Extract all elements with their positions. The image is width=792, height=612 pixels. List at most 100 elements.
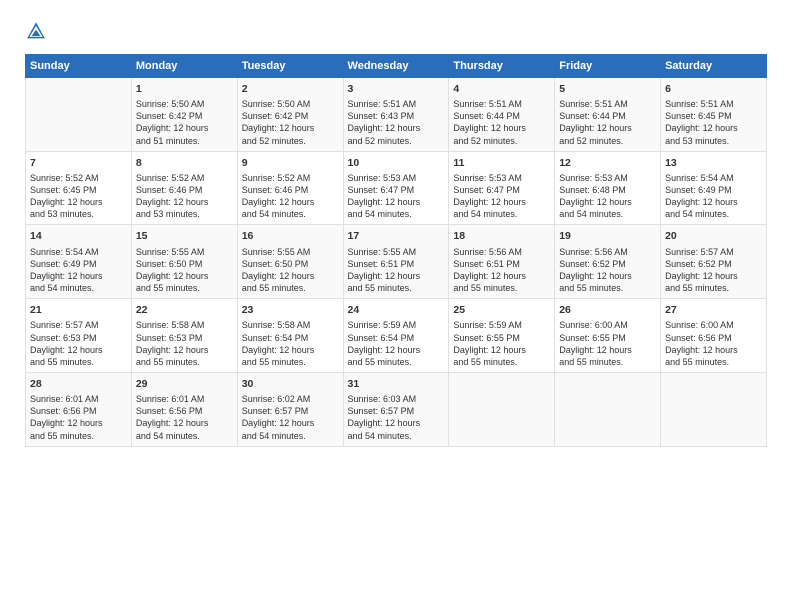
day-info-line: Sunset: 6:55 PM (559, 332, 656, 344)
day-info-line: Sunrise: 5:56 AM (453, 246, 550, 258)
calendar-cell: 5Sunrise: 5:51 AMSunset: 6:44 PMDaylight… (555, 78, 661, 152)
calendar-cell: 6Sunrise: 5:51 AMSunset: 6:45 PMDaylight… (661, 78, 767, 152)
calendar-cell: 19Sunrise: 5:56 AMSunset: 6:52 PMDayligh… (555, 225, 661, 299)
calendar-cell: 25Sunrise: 5:59 AMSunset: 6:55 PMDayligh… (449, 299, 555, 373)
day-info-line: Sunset: 6:54 PM (348, 332, 445, 344)
day-info-line: Daylight: 12 hours (348, 344, 445, 356)
day-info-line: Daylight: 12 hours (242, 344, 339, 356)
day-info-line: Daylight: 12 hours (136, 417, 233, 429)
day-info-line: Sunrise: 6:01 AM (136, 393, 233, 405)
day-info-line: Sunset: 6:46 PM (136, 184, 233, 196)
day-number: 15 (136, 229, 233, 243)
calendar-cell: 29 Sunrise: 6:01 AMSunset: 6:56 PMDayligh… (131, 372, 237, 446)
day-info-line: and 55 minutes. (348, 356, 445, 368)
day-info-line: Sunrise: 5:51 AM (665, 98, 762, 110)
day-info-line: Sunset: 6:53 PM (30, 332, 127, 344)
calendar-cell: 24 Sunrise: 5:59 AMSunset: 6:54 PMDayligh… (343, 299, 449, 373)
day-info-line: and 55 minutes. (136, 356, 233, 368)
day-info-line: Sunrise: 5:50 AM (136, 98, 233, 110)
day-number: 1 (136, 82, 233, 96)
day-number: 11 (453, 156, 550, 170)
calendar-cell: 16Sunrise: 5:55 AMSunset: 6:50 PMDayligh… (237, 225, 343, 299)
day-number: 16 (242, 229, 339, 243)
day-info-line: Sunset: 6:47 PM (453, 184, 550, 196)
calendar-cell (661, 372, 767, 446)
header-row: SundayMondayTuesdayWednesdayThursdayFrid… (26, 55, 767, 78)
day-info-line: Sunrise: 5:52 AM (242, 172, 339, 184)
day-number: 13 (665, 156, 762, 170)
day-info-line: Sunrise: 5:51 AM (453, 98, 550, 110)
week-row-5: 28Sunrise: 6:01 AMSunset: 6:56 PMDayligh… (26, 372, 767, 446)
day-info-line: Daylight: 12 hours (348, 196, 445, 208)
day-number: 22 (136, 303, 233, 317)
day-info-line: and 55 minutes. (30, 430, 127, 442)
calendar-cell (449, 372, 555, 446)
day-info-line: Sunset: 6:44 PM (453, 110, 550, 122)
day-number: 21 (30, 303, 127, 317)
day-info-line: Daylight: 12 hours (136, 270, 233, 282)
day-info-line: Sunrise: 5:55 AM (136, 246, 233, 258)
day-info-line: and 54 minutes. (348, 430, 445, 442)
day-number: 10 (348, 156, 445, 170)
calendar-cell: 27Sunrise: 6:00 AMSunset: 6:56 PMDayligh… (661, 299, 767, 373)
day-info-line: and 55 minutes. (136, 282, 233, 294)
day-info-line: Daylight: 12 hours (453, 122, 550, 134)
day-info-line: Sunset: 6:56 PM (30, 405, 127, 417)
day-info-line: Sunrise: 5:59 AM (348, 319, 445, 331)
day-info-line: Sunrise: 6:00 AM (665, 319, 762, 331)
day-info-line: Sunset: 6:44 PM (559, 110, 656, 122)
calendar-cell: 26Sunrise: 6:00 AMSunset: 6:55 PMDayligh… (555, 299, 661, 373)
day-info-line: and 54 minutes. (242, 208, 339, 220)
day-info-line: and 53 minutes. (665, 135, 762, 147)
day-number: 18 (453, 229, 550, 243)
day-info-line: Sunrise: 5:55 AM (348, 246, 445, 258)
day-number: 23 (242, 303, 339, 317)
day-info-line: Daylight: 12 hours (665, 196, 762, 208)
day-number: 29 (136, 377, 233, 391)
day-number: 24 (348, 303, 445, 317)
calendar-cell: 11Sunrise: 5:53 AMSunset: 6:47 PMDayligh… (449, 151, 555, 225)
day-info-line: Sunset: 6:57 PM (348, 405, 445, 417)
day-info-line: Daylight: 12 hours (30, 196, 127, 208)
calendar-cell: 14Sunrise: 5:54 AMSunset: 6:49 PMDayligh… (26, 225, 132, 299)
day-info-line: Daylight: 12 hours (30, 417, 127, 429)
week-row-3: 14Sunrise: 5:54 AMSunset: 6:49 PMDayligh… (26, 225, 767, 299)
day-number: 25 (453, 303, 550, 317)
calendar-cell: 2Sunrise: 5:50 AMSunset: 6:42 PMDaylight… (237, 78, 343, 152)
calendar-cell: 21 Sunrise: 5:57 AMSunset: 6:53 PMDayligh… (26, 299, 132, 373)
day-info-line: Sunset: 6:48 PM (559, 184, 656, 196)
day-info-line: Daylight: 12 hours (453, 270, 550, 282)
calendar-cell: 23Sunrise: 5:58 AMSunset: 6:54 PMDayligh… (237, 299, 343, 373)
day-number: 31 (348, 377, 445, 391)
calendar-cell: 30Sunrise: 6:02 AMSunset: 6:57 PMDayligh… (237, 372, 343, 446)
day-info-line: and 52 minutes. (559, 135, 656, 147)
logo (25, 20, 51, 42)
day-info-line: Sunrise: 5:51 AM (559, 98, 656, 110)
day-info-line: Sunrise: 5:58 AM (136, 319, 233, 331)
day-info-line: Sunrise: 5:53 AM (559, 172, 656, 184)
day-info-line: and 55 minutes. (665, 356, 762, 368)
day-info-line: Daylight: 12 hours (665, 344, 762, 356)
day-info-line: and 54 minutes. (30, 282, 127, 294)
day-info-line: Sunrise: 6:01 AM (30, 393, 127, 405)
day-info-line: Daylight: 12 hours (30, 344, 127, 356)
day-info-line: and 55 minutes. (242, 282, 339, 294)
calendar-cell: 8Sunrise: 5:52 AMSunset: 6:46 PMDaylight… (131, 151, 237, 225)
day-info-line: Sunrise: 5:57 AM (30, 319, 127, 331)
day-info-line: Sunrise: 5:56 AM (559, 246, 656, 258)
day-header-friday: Friday (555, 55, 661, 78)
day-info-line: Sunset: 6:57 PM (242, 405, 339, 417)
day-number: 17 (348, 229, 445, 243)
calendar-cell: 7Sunrise: 5:52 AMSunset: 6:45 PMDaylight… (26, 151, 132, 225)
day-info-line: and 55 minutes. (453, 356, 550, 368)
day-info-line: Sunset: 6:56 PM (136, 405, 233, 417)
day-info-line: Daylight: 12 hours (665, 270, 762, 282)
day-info-line: Sunrise: 5:54 AM (665, 172, 762, 184)
day-info-line: Sunset: 6:54 PM (242, 332, 339, 344)
day-info-line: and 54 minutes. (348, 208, 445, 220)
day-info-line: Sunrise: 6:00 AM (559, 319, 656, 331)
day-info-line: Sunrise: 5:59 AM (453, 319, 550, 331)
day-info-line: and 52 minutes. (242, 135, 339, 147)
day-number: 6 (665, 82, 762, 96)
day-info-line: Daylight: 12 hours (665, 122, 762, 134)
